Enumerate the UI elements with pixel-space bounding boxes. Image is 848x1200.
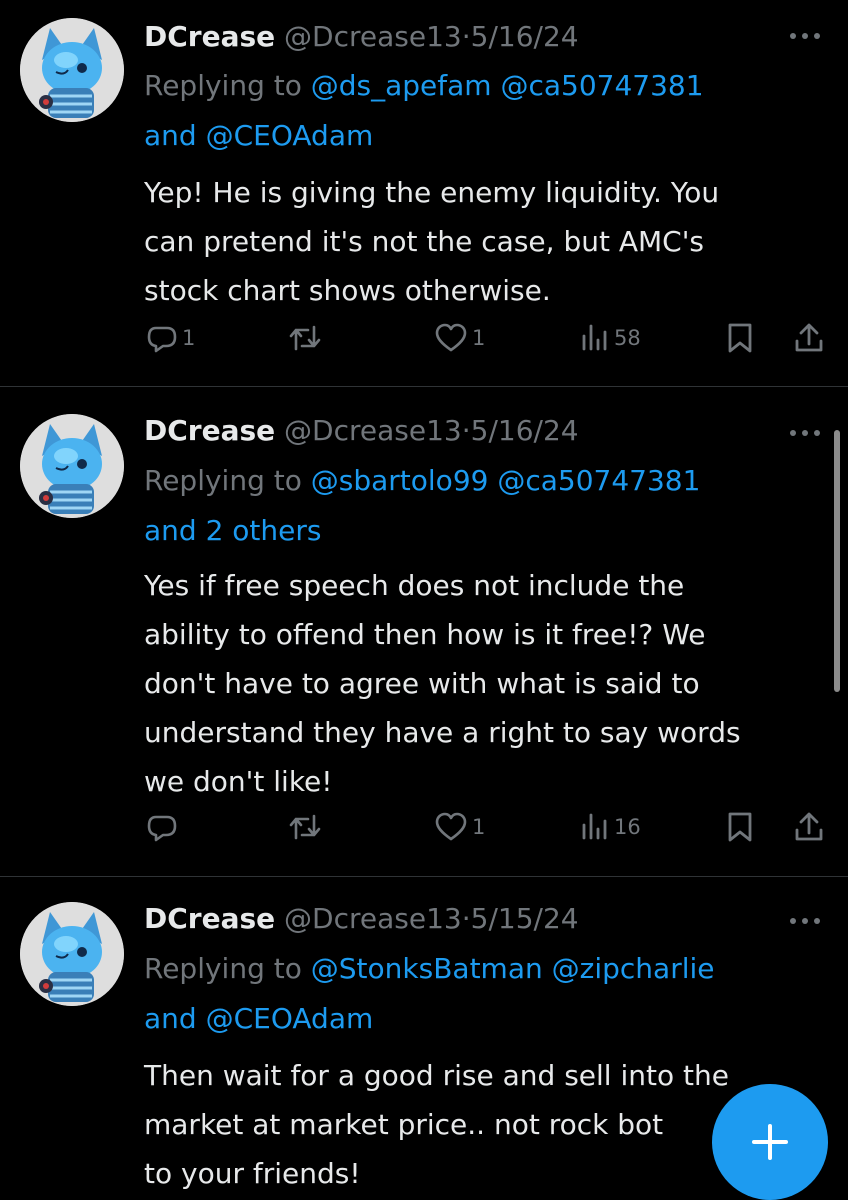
mention-link[interactable]: @zipcharlie	[552, 952, 715, 985]
reply-button[interactable]	[146, 811, 178, 843]
tweet-actions: 1 1 58	[0, 322, 848, 362]
tweet-text-line: don't have to agree with what is said to	[144, 667, 700, 700]
mention-link[interactable]: @CEOAdam	[206, 119, 374, 152]
bookmark-button[interactable]	[726, 811, 754, 843]
avatar[interactable]	[20, 902, 124, 1006]
handle[interactable]: @Dcrease13	[284, 414, 462, 447]
repost-icon	[289, 814, 321, 840]
views-icon	[582, 813, 607, 840]
separator-dot: ·	[461, 902, 471, 935]
display-name[interactable]: DCrease	[144, 20, 275, 53]
tweet-text-line: we don't like!	[144, 765, 333, 798]
tweet-text: Yes if free speech does not include the …	[144, 561, 834, 806]
tweet-text-line: stock chart shows otherwise.	[144, 274, 551, 307]
tweet-text-line: Yes if free speech does not include the	[144, 569, 685, 602]
repost-icon	[289, 325, 321, 351]
others-link[interactable]: and 2 others	[144, 514, 321, 547]
tweet-text: Yep! He is giving the enemy liquidity. Y…	[144, 168, 834, 315]
repost-button[interactable]	[288, 322, 322, 354]
avatar-image	[20, 902, 124, 1006]
views-button[interactable]: 58	[580, 322, 641, 354]
like-button[interactable]: 1	[434, 811, 485, 843]
and-label: and	[144, 1002, 197, 1035]
views-button[interactable]: 16	[580, 811, 641, 843]
avatar-image	[20, 414, 124, 518]
avatar-image	[20, 18, 124, 122]
replying-to: Replying to @sbartolo99 @ca50747381 and …	[144, 456, 824, 556]
tweet-text-line: can pretend it's not the case, but AMC's	[144, 225, 704, 258]
and-label: and	[144, 119, 197, 152]
replying-to-label: Replying to	[144, 952, 302, 985]
tweet[interactable]: DCrease @Dcrease13·5/16/24 Replying to @…	[0, 387, 848, 875]
like-button[interactable]: 1	[434, 322, 485, 354]
replying-to-label: Replying to	[144, 69, 302, 102]
replying-to: Replying to @StonksBatman @zipcharlie an…	[144, 944, 824, 1044]
share-button[interactable]	[794, 811, 824, 843]
tweet-text-line: understand they have a right to say word…	[144, 716, 741, 749]
display-name[interactable]: DCrease	[144, 902, 275, 935]
tweet-text-line: Yep! He is giving the enemy liquidity. Y…	[144, 176, 720, 209]
reply-button[interactable]: 1	[146, 322, 195, 354]
separator-dot: ·	[461, 20, 471, 53]
more-icon[interactable]	[788, 423, 822, 443]
mention-link[interactable]: @ca50747381	[500, 69, 703, 102]
avatar[interactable]	[20, 18, 124, 122]
mention-link[interactable]: @CEOAdam	[206, 1002, 374, 1035]
tweet-text-line: ability to offend then how is it free!? …	[144, 618, 706, 651]
bookmark-icon	[728, 812, 752, 842]
timestamp[interactable]: 5/16/24	[471, 20, 579, 53]
compose-button[interactable]	[712, 1084, 828, 1200]
view-count: 16	[614, 815, 641, 839]
scrollbar-thumb[interactable]	[834, 430, 840, 692]
tweet-text-line: Then wait for a good rise and sell into …	[144, 1059, 729, 1092]
display-name[interactable]: DCrease	[144, 414, 275, 447]
like-count: 1	[472, 815, 486, 839]
replying-to-label: Replying to	[144, 464, 302, 497]
mention-link[interactable]: @ca50747381	[497, 464, 700, 497]
reply-icon	[147, 326, 177, 353]
separator-dot: ·	[461, 414, 471, 447]
mention-link[interactable]: @StonksBatman	[311, 952, 543, 985]
handle[interactable]: @Dcrease13	[284, 902, 462, 935]
reply-icon	[147, 815, 177, 842]
timestamp[interactable]: 5/16/24	[471, 414, 579, 447]
bookmark-button[interactable]	[726, 322, 754, 354]
tweet-actions: 1 16	[0, 811, 848, 851]
share-icon	[795, 323, 823, 352]
heart-icon	[435, 323, 467, 352]
view-count: 58	[614, 326, 641, 350]
share-button[interactable]	[794, 322, 824, 354]
bookmark-icon	[728, 323, 752, 353]
replying-to: Replying to @ds_apefam @ca50747381 and @…	[144, 61, 824, 161]
share-icon	[795, 812, 823, 841]
repost-button[interactable]	[288, 811, 322, 843]
like-count: 1	[472, 326, 486, 350]
timestamp[interactable]: 5/15/24	[471, 902, 579, 935]
reply-count: 1	[182, 326, 196, 350]
views-icon	[582, 324, 607, 351]
mention-link[interactable]: @ds_apefam	[311, 69, 492, 102]
heart-icon	[435, 812, 467, 841]
handle[interactable]: @Dcrease13	[284, 20, 462, 53]
plus-icon	[752, 1124, 788, 1160]
mention-link[interactable]: @sbartolo99	[311, 464, 489, 497]
more-icon[interactable]	[788, 911, 822, 931]
tweet[interactable]: DCrease @Dcrease13·5/16/24 Replying to @…	[0, 0, 848, 386]
more-icon[interactable]	[788, 26, 822, 46]
avatar[interactable]	[20, 414, 124, 518]
